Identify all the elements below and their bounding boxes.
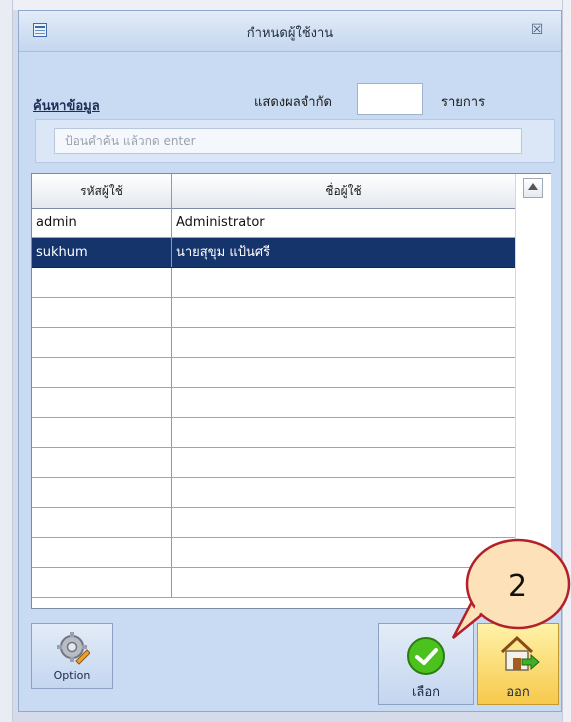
table-row[interactable]: admin Administrator: [32, 208, 515, 238]
limit-label: แสดงผลจำกัด: [254, 95, 332, 110]
cell-user-name: [172, 358, 515, 387]
table-row[interactable]: sukhum นายสุขุม แป้นศรี: [32, 238, 515, 268]
background-strip-top: [0, 0, 571, 10]
cell-user-id: [32, 418, 172, 447]
check-circle-icon: [407, 637, 445, 675]
cell-user-id: [32, 268, 172, 297]
cell-user-id: [32, 538, 172, 567]
cell-user-id: [32, 448, 172, 477]
search-section-title: ค้นหาข้อมูล: [33, 99, 100, 114]
cell-user-name: Administrator: [176, 215, 265, 230]
select-button-label: เลือก: [411, 685, 441, 700]
select-button[interactable]: เลือก: [378, 623, 474, 705]
cell-user-name: [172, 298, 515, 327]
table-row[interactable]: [32, 448, 515, 478]
cell-user-id: [32, 298, 172, 327]
cell-user-name: [172, 418, 515, 447]
background-strip-right: [562, 0, 571, 722]
cell-user-id: [32, 388, 172, 417]
table-row[interactable]: [32, 328, 515, 358]
cell-user-id: admin: [32, 208, 172, 237]
cell-user-name: [172, 328, 515, 357]
cell-user-name: นายสุขุม แป้นศรี: [176, 245, 271, 260]
cell-user-id: sukhum: [32, 238, 172, 267]
users-table: รหัสผู้ใช้ ชื่อผู้ใช้ admin Administrator…: [31, 173, 551, 609]
cell-user-id: [32, 328, 172, 357]
column-header-user-name[interactable]: ชื่อผู้ใช้: [172, 174, 515, 208]
column-header-user-id[interactable]: รหัสผู้ใช้: [32, 174, 172, 208]
cell-user-name: [172, 448, 515, 477]
table-row[interactable]: [32, 568, 515, 598]
cell-user-name: [172, 388, 515, 417]
table-row[interactable]: [32, 298, 515, 328]
cell-user-name: [172, 508, 515, 537]
exit-button-label: ออก: [506, 685, 530, 700]
table-row[interactable]: [32, 358, 515, 388]
option-button[interactable]: Option: [31, 623, 113, 689]
cell-user-id: [32, 358, 172, 387]
table-header: รหัสผู้ใช้ ชื่อผู้ใช้: [32, 174, 515, 209]
search-group: [35, 119, 555, 163]
table-row[interactable]: [32, 508, 515, 538]
user-setup-dialog: กำหนดผู้ใช้งาน ☒ แสดงผลจำกัด รายการ ค้นห…: [18, 10, 562, 712]
cell-user-name: [172, 568, 515, 597]
search-input[interactable]: [54, 128, 522, 154]
table-row[interactable]: [32, 418, 515, 448]
window-title: กำหนดผู้ใช้งาน: [246, 26, 334, 41]
table-row[interactable]: [32, 478, 515, 508]
cell-user-id: [32, 508, 172, 537]
cell-user-name: [172, 478, 515, 507]
exit-button[interactable]: ออก: [477, 623, 559, 705]
limit-input[interactable]: [357, 83, 423, 115]
arrow-up-icon: [528, 183, 538, 190]
cell-user-id: [32, 568, 172, 597]
table-row[interactable]: [32, 388, 515, 418]
background-strip-left: [0, 0, 13, 722]
cell-user-name: [172, 538, 515, 567]
limit-unit-label: รายการ: [441, 95, 486, 110]
table-row[interactable]: [32, 538, 515, 568]
cell-user-name: [172, 268, 515, 297]
scroll-up-button[interactable]: [523, 178, 543, 198]
gear-pencil-icon: [57, 632, 90, 665]
close-icon[interactable]: ☒: [527, 20, 547, 40]
option-button-label: Option: [53, 669, 91, 682]
table-body: admin Administrator sukhum นายสุขุม แป้นศรี: [32, 208, 515, 608]
table-row[interactable]: [32, 268, 515, 298]
home-exit-icon: [500, 635, 540, 671]
vertical-scrollbar[interactable]: [515, 174, 551, 608]
callout-number: 2: [508, 569, 528, 604]
title-bar: กำหนดผู้ใช้งาน ☒: [19, 11, 561, 52]
cell-user-id: [32, 478, 172, 507]
